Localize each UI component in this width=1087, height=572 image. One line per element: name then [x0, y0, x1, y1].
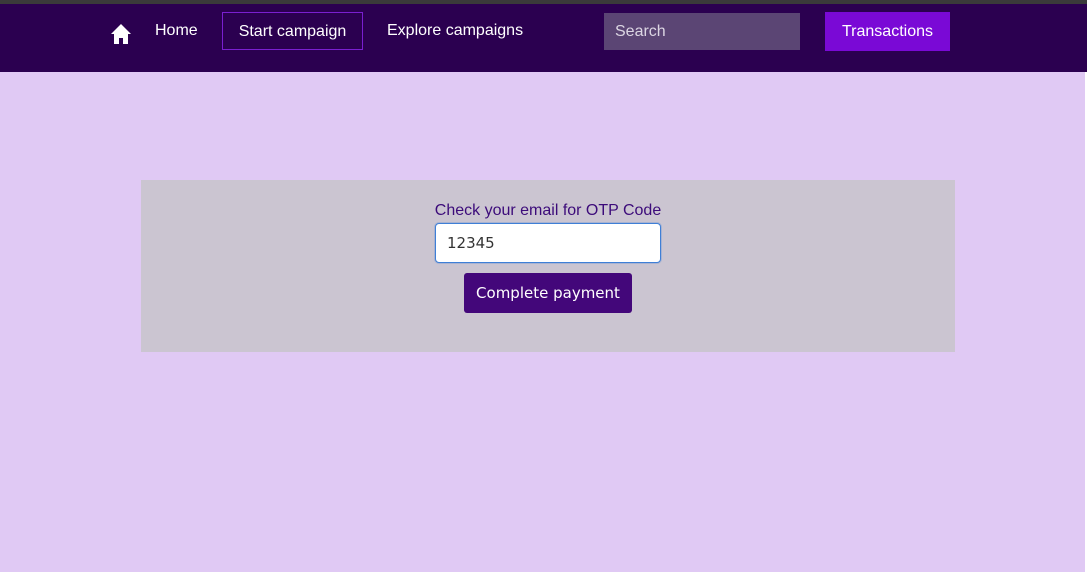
- otp-panel: Check your email for OTP Code Complete p…: [141, 180, 955, 352]
- home-icon[interactable]: [110, 23, 132, 45]
- otp-code-input[interactable]: [435, 223, 661, 263]
- nav-start-campaign-link[interactable]: Start campaign: [222, 12, 363, 50]
- navbar: Home Start campaign Explore campaigns Tr…: [0, 4, 1087, 72]
- otp-prompt-label: Check your email for OTP Code: [434, 202, 662, 219]
- transactions-button[interactable]: Transactions: [825, 12, 950, 51]
- complete-payment-button[interactable]: Complete payment: [464, 273, 632, 313]
- nav-explore-campaigns-link[interactable]: Explore campaigns: [387, 12, 523, 50]
- search-input[interactable]: [604, 13, 800, 50]
- nav-home-link[interactable]: Home: [155, 12, 198, 50]
